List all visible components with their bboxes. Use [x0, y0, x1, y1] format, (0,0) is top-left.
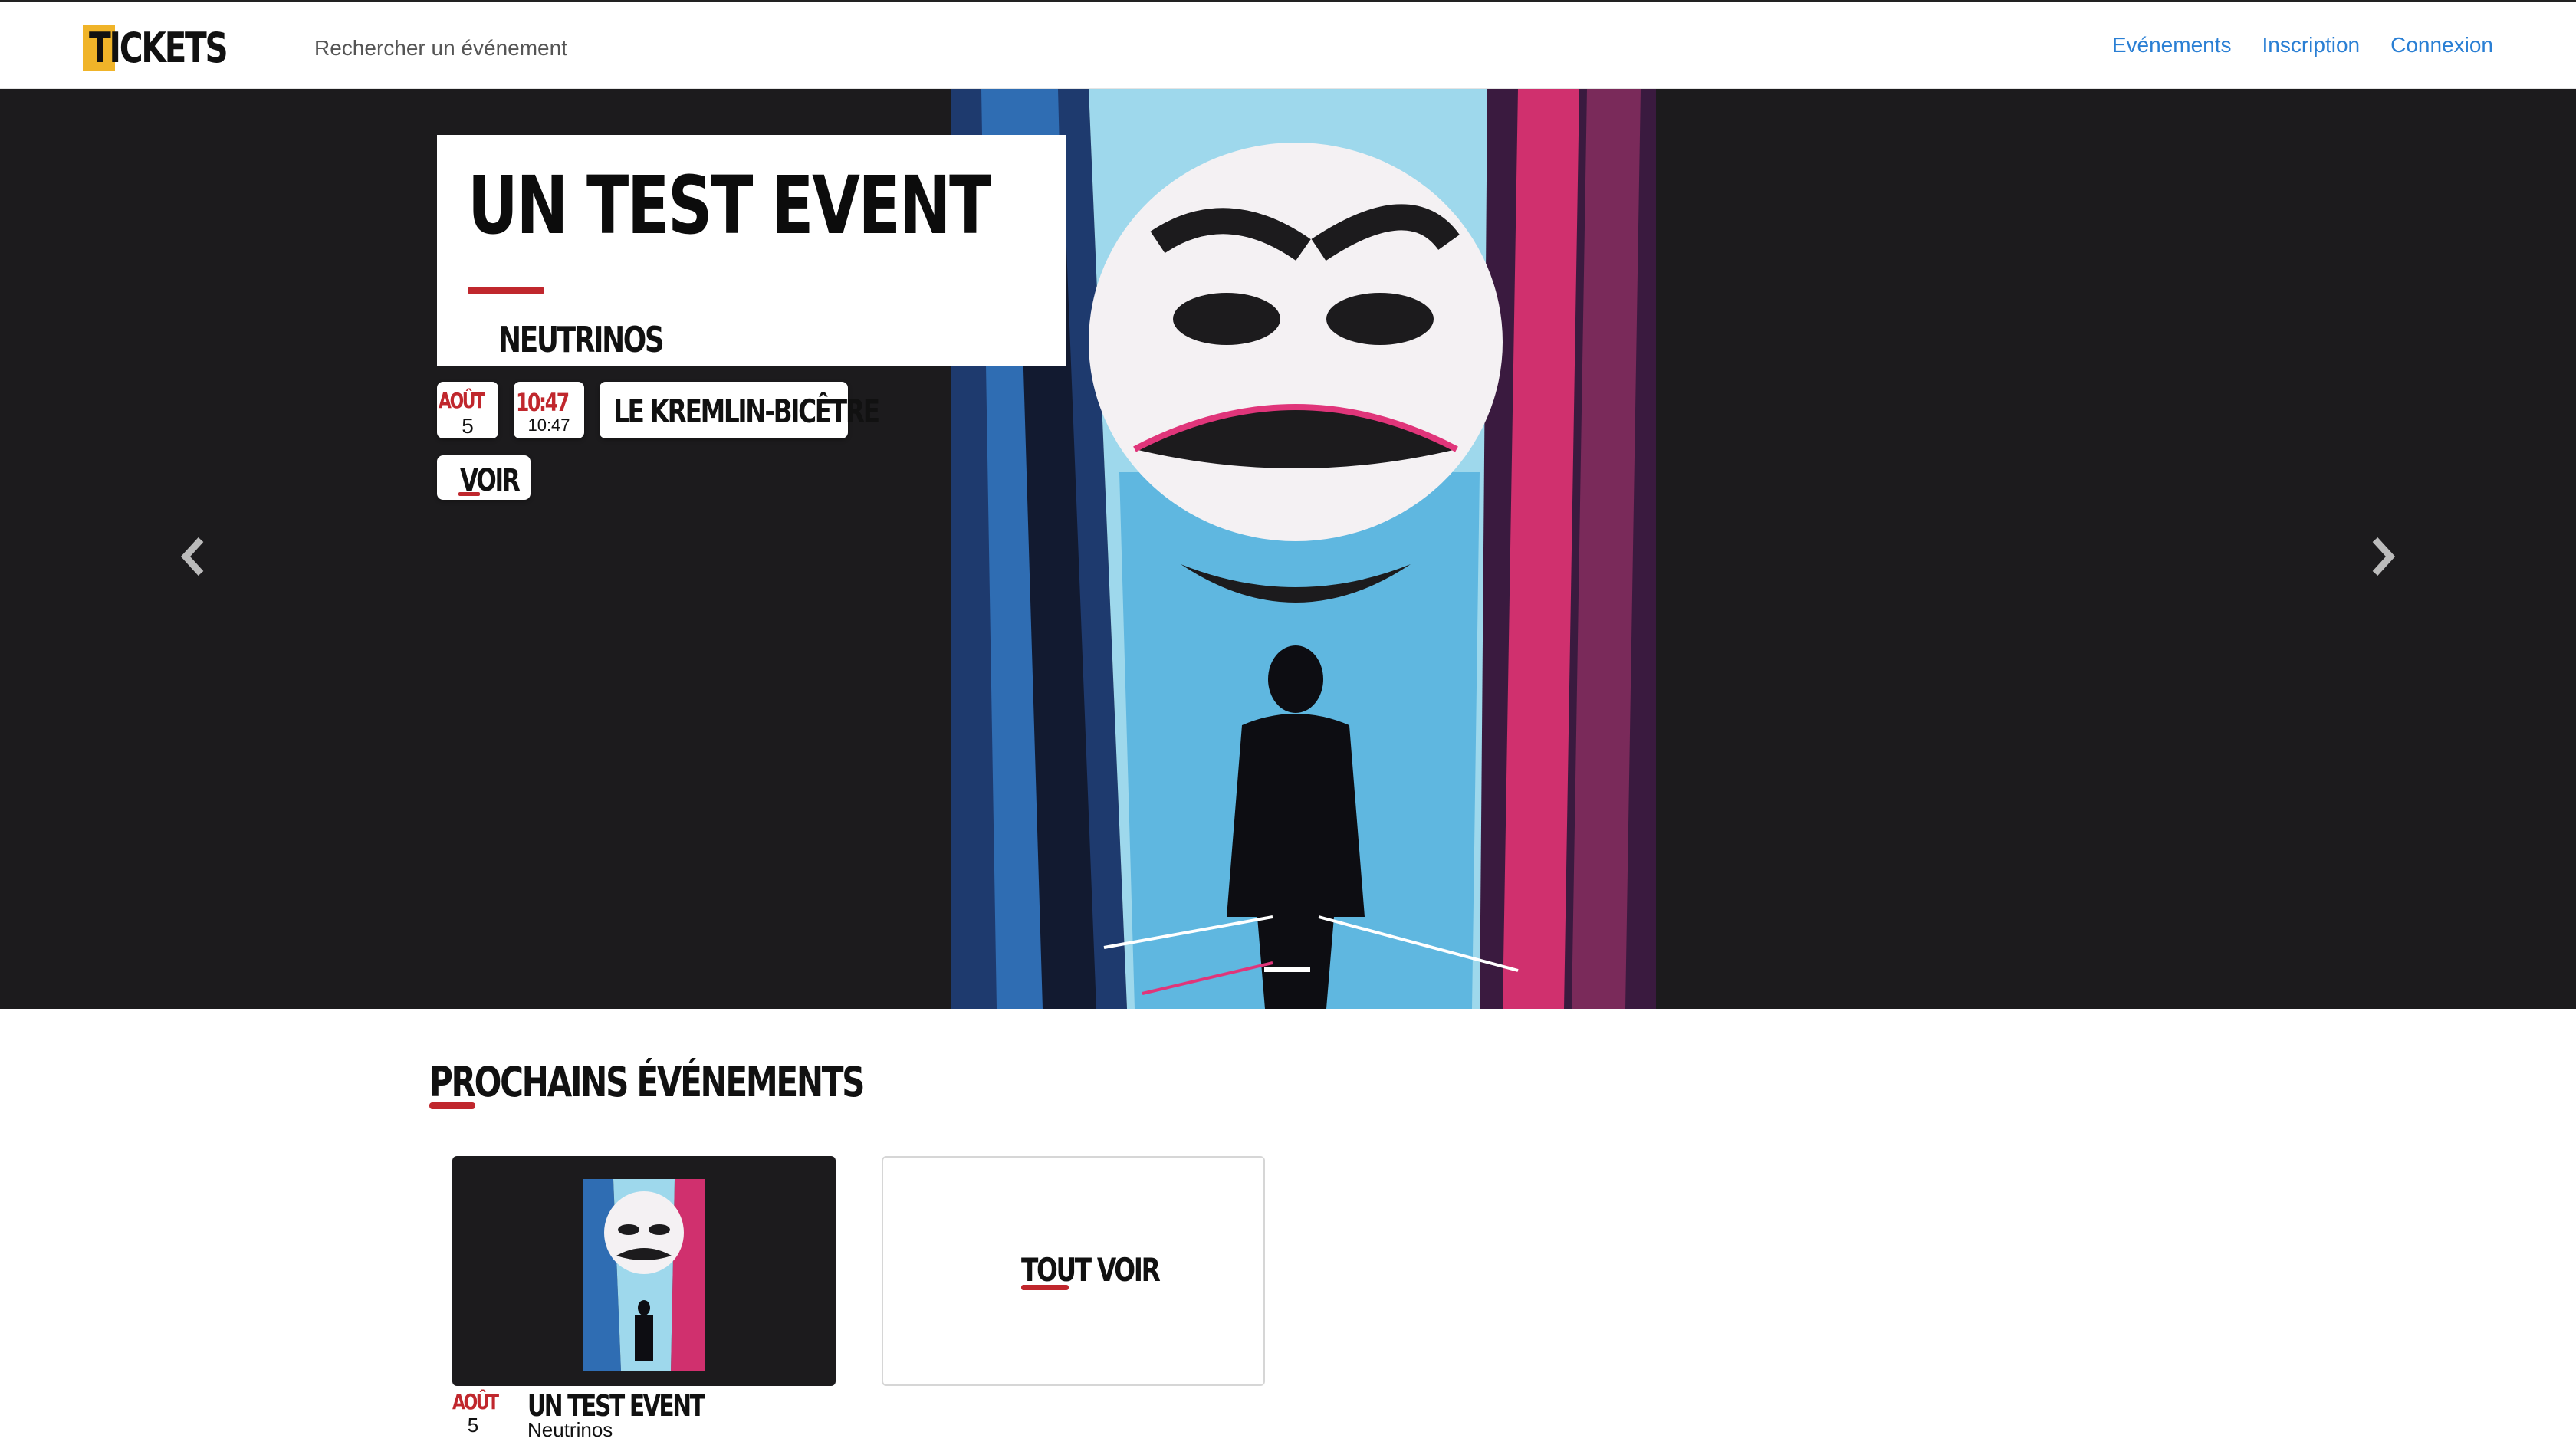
event-card[interactable] [452, 1156, 836, 1386]
event-organizer: NEUTRINOS [498, 319, 665, 360]
card-event-organizer: Neutrinos [527, 1418, 613, 1441]
event-location: LE KREMLIN-BICÊTRE [613, 392, 880, 430]
carousel-next-button[interactable] [2360, 526, 2406, 587]
see-all-underline [1021, 1285, 1069, 1290]
event-thumbnail-image [583, 1179, 705, 1371]
nav-link-events[interactable]: Evénements [2112, 33, 2232, 57]
navbar: TICKETS Evénements Inscription Connexion [0, 0, 2576, 89]
brand-name: TICKETS [89, 24, 228, 72]
event-time-main: 10:47 [515, 388, 570, 417]
title-underline [468, 287, 544, 294]
event-date-month: AOÛT [439, 388, 485, 413]
section-title-upcoming: PROCHAINS ÉVÉNEMENTS [429, 1058, 866, 1106]
see-all-card[interactable]: TOUT VOIR [882, 1156, 1265, 1386]
see-all-label: TOUT VOIR [1021, 1251, 1161, 1289]
event-info-card: UN TEST EVENT NEUTRINOS [437, 135, 1066, 366]
carousel-prev-button[interactable] [170, 526, 216, 587]
event-time-badge: 10:47 10:47 [514, 382, 584, 438]
chevron-right-icon [2372, 537, 2396, 576]
nav-links: Evénements Inscription Connexion [2112, 33, 2493, 57]
view-event-button[interactable]: VOIR [437, 455, 531, 500]
search-input[interactable] [314, 30, 744, 67]
nav-link-register[interactable]: Inscription [2262, 33, 2361, 57]
event-location-badge: LE KREMLIN-BICÊTRE [600, 382, 880, 438]
nav-link-login[interactable]: Connexion [2390, 33, 2493, 57]
chevron-left-icon [180, 537, 204, 576]
card-date-day: 5 [467, 1414, 479, 1437]
section-title-underline [429, 1102, 475, 1109]
event-date-day: 5 [462, 414, 474, 438]
card-date-month: AOÛT [452, 1389, 499, 1414]
event-date-badge: AOÛT 5 [437, 382, 498, 438]
hero-carousel: UN TEST EVENT NEUTRINOS AOÛT 5 10:47 10:… [0, 89, 2576, 1009]
view-underline [458, 492, 480, 496]
event-title: UN TEST EVENT [468, 159, 992, 252]
event-time-small: 10:47 [527, 415, 570, 435]
carousel-indicator-active[interactable] [1264, 967, 1310, 972]
